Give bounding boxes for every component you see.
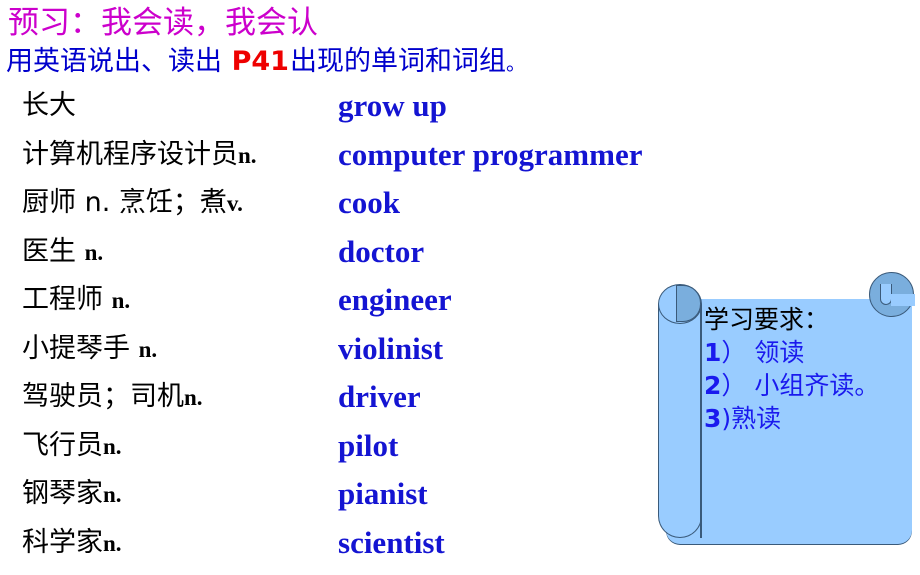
vocab-part-of-speech: n. [103,530,122,556]
vocab-chinese: 厨师 n. 烹饪；煮v. [22,181,243,226]
scroll-note-item: 3)熟读 [704,402,914,435]
vocab-part-of-speech: v. [226,191,243,216]
scroll-note-item-label: 熟读 [731,404,782,433]
vocab-chinese-text: 驾驶员；司机 [22,381,184,412]
vocab-english: doctor [338,233,425,269]
scroll-note-item-number: 1 [704,338,722,367]
vocab-chinese: 长大 [22,84,76,129]
vocab-chinese: 驾驶员；司机n. [22,375,203,420]
vocab-chinese: 医生 n. [22,230,103,275]
scroll-note-item-label: 领读 [746,338,805,367]
vocab-chinese-text: 医生 [22,235,85,267]
vocab-row: 长大 grow up [0,84,920,133]
vocab-english: scientist [338,524,445,560]
vocab-part-of-speech: n. [103,482,122,507]
vocab-chinese: 科学家n. [22,521,122,566]
vocab-part-of-speech: n. [84,239,104,265]
scroll-note-text: 学习要求： 1） 领读 2） 小组齐读。 3)熟读 [704,303,914,435]
scroll-note-heading: 学习要求： [704,305,830,334]
vocab-row: 厨师 n. 烹饪；煮v. cook [0,181,920,230]
scroll-note-item-number: 2 [704,371,722,400]
vocab-chinese-text: 科学家 [22,526,103,558]
vocab-english: pilot [338,427,399,463]
scroll-note-item-number: 3 [704,404,722,433]
vocab-english: violinist [338,330,444,366]
vocab-chinese: 计算机程序设计员n. [22,133,257,178]
vocab-part-of-speech: n. [103,433,122,459]
vocab-english: cook [338,185,400,220]
scroll-note-item: 2） 小组齐读。 [704,369,914,402]
vocab-row: 医生 n. doctor [0,230,920,279]
scroll-note-item-paren: ） [721,338,747,367]
page-subtitle: 用英语说出、读出 P41出现的单词和词组。 [6,46,526,79]
vocab-chinese: 小提琴手 n. [22,327,157,372]
vocab-english: grow up [338,88,447,123]
vocab-chinese-text: 厨师 n. 烹饪；煮 [22,187,227,218]
vocab-chinese-text: 工程师 [22,284,112,315]
scroll-left-divider [700,305,702,538]
vocab-chinese: 飞行员n. [22,424,122,469]
scroll-note-item-paren: ） [721,371,747,400]
vocab-chinese-text: 计算机程序设计员 [22,138,238,170]
vocab-chinese-text: 飞行员 [22,429,103,461]
vocab-part-of-speech: n. [138,336,158,362]
subtitle-period: 。 [505,51,526,75]
vocab-chinese: 工程师 n. [22,278,130,323]
vocab-english: engineer [338,282,452,317]
vocab-part-of-speech: n. [184,385,203,410]
subtitle-page-ref: P41 [231,46,289,77]
vocab-chinese-text: 钢琴家 [22,478,103,509]
vocab-chinese-text: 小提琴手 [22,332,139,364]
vocab-english: driver [338,379,421,414]
slide-canvas: 预习：我会读，我会认 用英语说出、读出 P41出现的单词和词组。 长大 grow… [0,0,920,575]
scroll-note-banner: 学习要求： 1） 领读 2） 小组齐读。 3)熟读 [658,272,920,575]
scroll-note-item-label: 小组齐读。 [746,371,880,400]
subtitle-lead: 用英语说出、读出 [6,46,231,77]
vocab-english: pianist [338,476,428,511]
vocab-chinese: 钢琴家n. [22,472,122,517]
vocab-chinese-text: 长大 [22,90,76,121]
scroll-left-roll [658,304,702,538]
page-title: 预习：我会读，我会认 [8,5,318,41]
vocab-row: 计算机程序设计员n. computer programmer [0,133,920,182]
vocab-part-of-speech: n. [238,142,257,168]
subtitle-trail: 出现的单词和词组 [289,46,506,77]
scroll-note-item: 1） 领读 [704,336,914,369]
vocab-english: computer programmer [338,136,643,172]
scroll-note-item-paren: ) [721,404,732,433]
vocab-part-of-speech: n. [111,288,131,313]
